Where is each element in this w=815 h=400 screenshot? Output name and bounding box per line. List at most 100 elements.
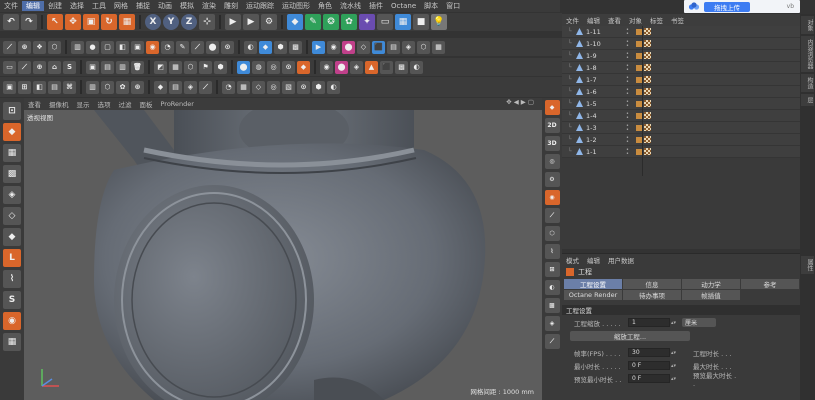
- subdivision-icon[interactable]: ❂: [323, 14, 339, 30]
- tool-icon-8[interactable]: ◧: [116, 40, 129, 54]
- menu-motion-tracking[interactable]: 运动跟踪: [242, 1, 278, 11]
- om-menu-objects[interactable]: 对象: [625, 15, 646, 25]
- drag-upload-button[interactable]: 拖拽上传: [704, 1, 750, 12]
- tool-icon-5[interactable]: ▥: [71, 40, 84, 54]
- tool-icon-20[interactable]: ▶: [312, 40, 325, 54]
- vtab-content-browser[interactable]: 内容浏览器: [801, 36, 814, 72]
- menu-mesh[interactable]: 网格: [110, 1, 132, 11]
- material-tag-icon[interactable]: [644, 124, 651, 131]
- attr-menu-userdata[interactable]: 用户数据: [604, 255, 638, 265]
- tab-frame-interpolation[interactable]: 帧插值: [682, 290, 740, 300]
- polygons-mode-icon[interactable]: ◆: [3, 228, 21, 246]
- layout-icon-1[interactable]: ◆: [544, 100, 560, 115]
- visibility-dots-icon[interactable]: • •: [626, 87, 632, 96]
- tool-icon-46[interactable]: ◆: [297, 60, 310, 74]
- menu-snap[interactable]: 捕捉: [132, 1, 154, 11]
- object-row[interactable]: └ 1-7 • •: [562, 74, 800, 86]
- material-tag-icon[interactable]: [644, 28, 651, 35]
- tool-icon-72[interactable]: ⊙: [297, 80, 310, 94]
- tool-icon-22[interactable]: ⬤: [342, 40, 355, 54]
- tool-icon-35[interactable]: ▥: [116, 60, 129, 74]
- material-tag-icon[interactable]: [644, 148, 651, 155]
- menu-octane[interactable]: Octane: [387, 2, 420, 10]
- project-scale-unit-select[interactable]: 厘米: [682, 318, 716, 327]
- render-settings-icon[interactable]: ⚙: [261, 14, 277, 30]
- om-menu-tags[interactable]: 标签: [646, 15, 667, 25]
- material-tag-icon[interactable]: [644, 100, 651, 107]
- material-tag-icon[interactable]: [644, 52, 651, 59]
- fps-input[interactable]: 30: [628, 348, 670, 357]
- tool-icon-30[interactable]: ⟋: [18, 60, 31, 74]
- tool-icon-2[interactable]: ⊛: [18, 40, 31, 54]
- menu-render[interactable]: 渲染: [198, 1, 220, 11]
- material-tag-icon[interactable]: [644, 136, 651, 143]
- object-row[interactable]: └ 1-6 • •: [562, 86, 800, 98]
- layout-icon-4[interactable]: ◎: [544, 154, 560, 169]
- object-row[interactable]: └ 1-5 • •: [562, 98, 800, 110]
- viewport-menu-prorender[interactable]: ProRender: [157, 100, 198, 108]
- tool-icon-54[interactable]: ▣: [3, 80, 16, 94]
- viewport-nav-icons[interactable]: ✥ ◀ ▶ ▢: [502, 98, 538, 106]
- tweak-icon[interactable]: ⌇: [3, 270, 21, 288]
- tool-icon-41[interactable]: ⬢: [214, 60, 227, 74]
- tool-icon-49[interactable]: ◈: [350, 60, 363, 74]
- tool-icon-24[interactable]: ⬛: [372, 40, 385, 54]
- tool-icon-25[interactable]: ▤: [387, 40, 400, 54]
- tool-icon-1[interactable]: ⟋: [3, 40, 16, 54]
- perspective-viewport[interactable]: 透视视图 网格间距: 1000 mm: [24, 110, 542, 400]
- tab-referencing[interactable]: 参考: [741, 279, 799, 289]
- tool-icon-38[interactable]: ▦: [169, 60, 182, 74]
- camera-icon[interactable]: ■: [413, 14, 429, 30]
- tool-icon-28[interactable]: ▦: [432, 40, 445, 54]
- menu-edit[interactable]: 编辑: [22, 1, 44, 11]
- tool-icon-3[interactable]: ❖: [33, 40, 46, 54]
- vtab-structure[interactable]: 构造: [801, 74, 814, 92]
- redo-icon[interactable]: ↷: [21, 14, 37, 30]
- tool-icon-13[interactable]: ⟋: [191, 40, 204, 54]
- object-row[interactable]: └ 1-9 • •: [562, 50, 800, 62]
- tool-icon-40[interactable]: ⚑: [199, 60, 212, 74]
- tool-icon-59[interactable]: ▥: [86, 80, 99, 94]
- stepper-icon[interactable]: ▴▾: [670, 350, 677, 356]
- tool-icon-12[interactable]: ✎: [176, 40, 189, 54]
- tool-icon-61[interactable]: ✿: [116, 80, 129, 94]
- tool-icon-50[interactable]: ▲: [365, 60, 378, 74]
- tool-icon-55[interactable]: ⊞: [18, 80, 31, 94]
- menu-window[interactable]: 窗口: [442, 1, 464, 11]
- tool-icon-34[interactable]: ▤: [101, 60, 114, 74]
- tool-icon-71[interactable]: ▧: [282, 80, 295, 94]
- menu-select[interactable]: 选择: [66, 1, 88, 11]
- cloner-icon[interactable]: ✿: [341, 14, 357, 30]
- scale-icon[interactable]: ▣: [83, 14, 99, 30]
- object-row[interactable]: └ 1-3 • •: [562, 122, 800, 134]
- object-row[interactable]: └ 1-2 • •: [562, 134, 800, 146]
- model-mode-icon[interactable]: ◆: [3, 123, 21, 141]
- make-editable-icon[interactable]: ⊡: [3, 102, 21, 120]
- tool-icon-27[interactable]: ⬡: [417, 40, 430, 54]
- axis-y-button[interactable]: Y: [163, 14, 179, 30]
- visibility-dots-icon[interactable]: • •: [626, 123, 632, 132]
- light-bulb-icon[interactable]: 💡: [431, 14, 447, 30]
- tool-icon-39[interactable]: ⬡: [184, 60, 197, 74]
- tool-icon-9[interactable]: ▣: [131, 40, 144, 54]
- tool-icon-66[interactable]: ⟋: [199, 80, 212, 94]
- tool-icon-45[interactable]: ⊙: [282, 60, 295, 74]
- tool-icon-43[interactable]: ◍: [252, 60, 265, 74]
- object-row[interactable]: └ 1-1 • •: [562, 146, 800, 158]
- texture-mode-icon[interactable]: ▦: [3, 144, 21, 162]
- tool-icon-14[interactable]: ⬤: [206, 40, 219, 54]
- visibility-dots-icon[interactable]: • •: [626, 75, 632, 84]
- vtab-attributes[interactable]: 属性: [801, 256, 814, 274]
- layout-icon-10[interactable]: ⊞: [544, 262, 560, 277]
- tool-icon-64[interactable]: ▤: [169, 80, 182, 94]
- material-tag-icon[interactable]: [644, 40, 651, 47]
- tool-icon-6[interactable]: ●: [86, 40, 99, 54]
- viewport-menu-display[interactable]: 显示: [73, 99, 94, 109]
- tool-icon-65[interactable]: ◈: [184, 80, 197, 94]
- tab-octane-render[interactable]: Octane Render: [564, 290, 622, 300]
- viewport-menu-options[interactable]: 选项: [94, 99, 115, 109]
- tool-icon-69[interactable]: ◇: [252, 80, 265, 94]
- menu-simulate[interactable]: 模拟: [176, 1, 198, 11]
- tool-icon-15[interactable]: ⊙: [221, 40, 234, 54]
- axis-mode-icon[interactable]: L: [3, 249, 21, 267]
